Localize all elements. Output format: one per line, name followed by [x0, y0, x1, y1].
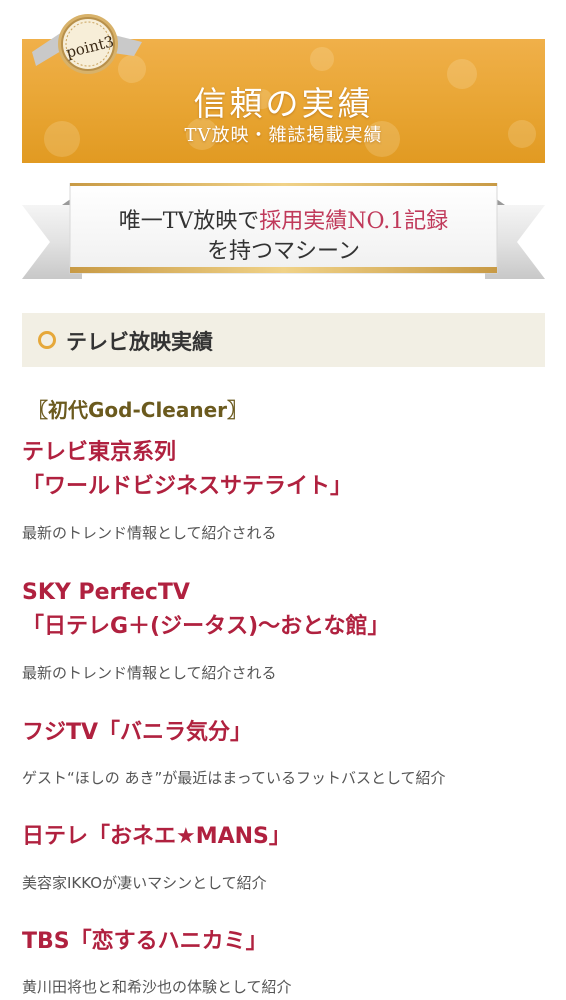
ribbon-line2: を持つマシーン [207, 239, 360, 264]
item-title: SKY PerfecTV 「日テレG＋(ジータス)〜おとな館」 [22, 576, 390, 644]
hero-title: 信頼の実績 [193, 84, 374, 123]
item-title-line1: テレビ東京系列 [22, 440, 177, 465]
circle-bullet-icon [38, 331, 56, 349]
item-title: 日テレ「おネエ★MANS」 [22, 820, 291, 854]
ribbon-highlight: 採用実績NO.1記録 [259, 209, 449, 234]
item-title-line2: 「ワールドビジネスサテライト」 [22, 474, 353, 499]
item-description: ゲスト“ほしの あき”が最近はまっているフットバスとして紹介 [22, 769, 446, 787]
item-description: 最新のトレンド情報として紹介される [22, 524, 277, 542]
ribbon-prefix: 唯一TV放映で [118, 209, 260, 234]
item-description: 黄川田将也と和希沙也の体験として紹介 [22, 978, 292, 996]
model-label: 〖初代God-Cleaner〗 [28, 398, 248, 422]
ribbon-banner: 唯一TV放映で採用実績NO.1記録 を持つマシーン [22, 182, 545, 293]
item-title-line1: フジTV「バニラ気分」 [22, 720, 253, 745]
point-badge: point3 [22, 12, 150, 76]
item-description: 最新のトレンド情報として紹介される [22, 664, 277, 682]
item-title: フジTV「バニラ気分」 [22, 716, 252, 750]
item-title-line1: TBS「恋するハニカミ」 [22, 929, 268, 954]
section-title: テレビ放映実績 [66, 330, 213, 354]
hero-subtitle: TV放映・雑誌掲載実績 [184, 125, 383, 146]
section-heading: テレビ放映実績 [22, 313, 545, 367]
item-title-line1: SKY PerfecTV [22, 580, 190, 605]
ribbon-line1: 唯一TV放映で採用実績NO.1記録 [22, 203, 545, 235]
item-description: 美容家IKKOが凄いマシンとして紹介 [22, 874, 267, 892]
item-title: TBS「恋するハニカミ」 [22, 925, 268, 959]
item-title-line2: 「日テレG＋(ジータス)〜おとな館」 [22, 614, 390, 639]
item-title: テレビ東京系列 「ワールドビジネスサテライト」 [22, 436, 352, 504]
item-title-line1: 日テレ「おネエ★MANS」 [22, 824, 291, 849]
